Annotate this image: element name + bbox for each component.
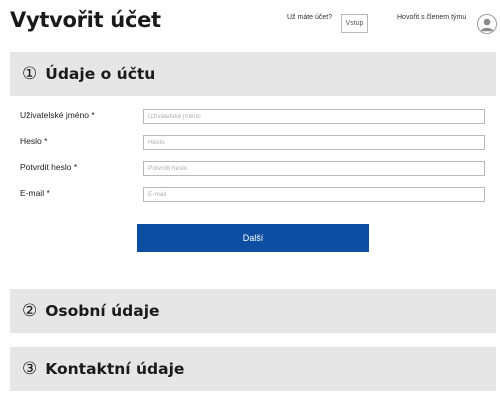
person-icon [478, 15, 496, 33]
login-button[interactable]: Vstup [341, 14, 368, 33]
section-contact-details-header[interactable]: ③ Kontaktní údaje [10, 347, 496, 391]
user-avatar-icon[interactable] [477, 14, 497, 34]
email-input[interactable] [143, 187, 485, 202]
section-title: Údaje o účtu [45, 65, 156, 83]
section-title: Kontaktní údaje [45, 360, 185, 378]
password-label: Heslo * [20, 136, 48, 146]
login-prompt: Už máte účet? [287, 14, 333, 21]
confirm-password-input[interactable] [143, 161, 485, 176]
create-account-page: Vytvořit účet Už máte účet? Vstup Hovoři… [0, 0, 500, 395]
confirm-password-row: Potvrdit heslo * [20, 161, 496, 177]
section-personal-details-header[interactable]: ② Osobní údaje [10, 289, 496, 333]
section-account-details-header[interactable]: ① Údaje o účtu [10, 52, 496, 96]
section-number: ② [22, 300, 38, 321]
section-title: Osobní údaje [45, 302, 160, 320]
email-label: E-mail * [20, 188, 50, 198]
next-button[interactable]: Další [137, 224, 369, 252]
password-row: Heslo * [20, 135, 496, 151]
confirm-password-label: Potvrdit heslo * [20, 162, 78, 172]
username-label: Uživatelské jméno * [20, 110, 95, 120]
username-row: Uživatelské jméno * [20, 109, 496, 125]
section-number: ① [22, 63, 38, 84]
password-input[interactable] [143, 135, 485, 150]
email-row: E-mail * [20, 187, 496, 203]
section-number: ③ [22, 358, 38, 379]
page-title: Vytvořit účet [10, 8, 161, 32]
team-chat-link[interactable]: Hovořit s členem týmu [397, 14, 466, 21]
username-input[interactable] [143, 109, 485, 124]
